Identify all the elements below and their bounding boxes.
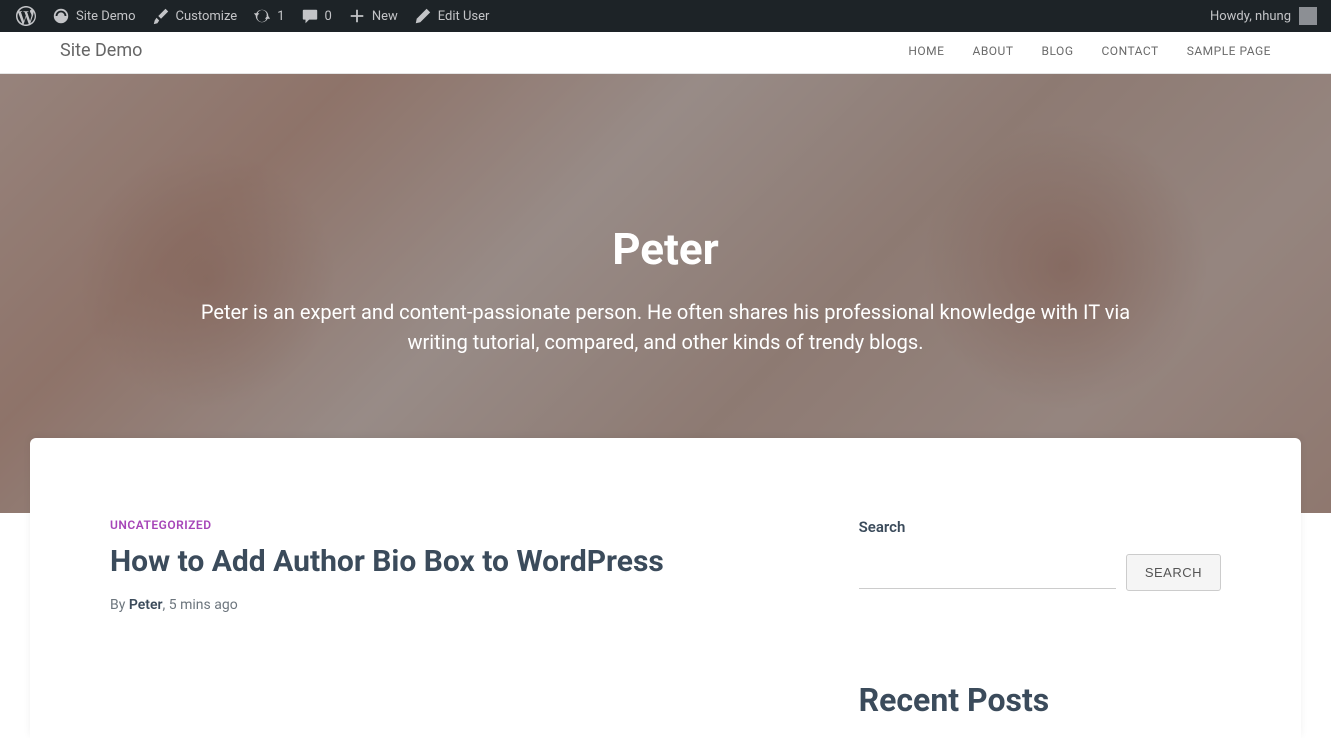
admin-edit-user-label: Edit User <box>438 9 490 24</box>
search-widget-title: Search <box>859 518 1221 536</box>
comment-icon <box>301 7 319 25</box>
admin-site-link[interactable]: Site Demo <box>44 0 144 32</box>
admin-updates-count: 1 <box>277 9 284 24</box>
author-description: Peter is an expert and content-passionat… <box>166 297 1166 357</box>
hero-content: Peter Peter is an expert and content-pas… <box>166 73 1166 357</box>
wp-admin-bar: Site Demo Customize 1 0 New <box>0 0 1331 32</box>
search-form: SEARCH <box>859 554 1221 591</box>
sidebar-column: Search SEARCH Recent Posts <box>859 518 1221 738</box>
post-time[interactable]: 5 mins ago <box>169 597 238 613</box>
site-title[interactable]: Site Demo <box>60 40 142 61</box>
admin-new[interactable]: New <box>340 0 406 32</box>
author-title: Peter <box>166 223 1166 275</box>
plus-icon <box>348 7 366 25</box>
search-input[interactable] <box>859 557 1116 589</box>
dashboard-icon <box>52 7 70 25</box>
main-column: UNCATEGORIZED How to Add Author Bio Box … <box>110 518 799 738</box>
admin-bar-left: Site Demo Customize 1 0 New <box>8 0 497 32</box>
post-meta: By Peter, 5 mins ago <box>110 597 799 613</box>
primary-nav: HOME ABOUT BLOG CONTACT SAMPLE PAGE <box>908 44 1271 58</box>
admin-bar-right[interactable]: Howdy, nhung <box>1210 7 1323 25</box>
post-author[interactable]: Peter <box>129 597 163 613</box>
admin-updates[interactable]: 1 <box>245 0 292 32</box>
wordpress-icon <box>16 6 36 26</box>
admin-customize[interactable]: Customize <box>144 0 246 32</box>
nav-home[interactable]: HOME <box>908 44 944 58</box>
site-header: Site Demo HOME ABOUT BLOG CONTACT SAMPLE… <box>0 32 1331 74</box>
wp-logo[interactable] <box>8 0 44 32</box>
nav-about[interactable]: ABOUT <box>972 44 1013 58</box>
post-title[interactable]: How to Add Author Bio Box to WordPress <box>110 544 799 579</box>
admin-new-label: New <box>372 9 398 24</box>
pencil-icon <box>414 7 432 25</box>
search-button[interactable]: SEARCH <box>1126 554 1221 591</box>
post-by-label: By <box>110 597 129 613</box>
content-card: UNCATEGORIZED How to Add Author Bio Box … <box>30 438 1301 738</box>
recent-posts-title: Recent Posts <box>859 681 1221 719</box>
nav-contact[interactable]: CONTACT <box>1102 44 1159 58</box>
admin-comments-count: 0 <box>325 9 332 24</box>
nav-blog[interactable]: BLOG <box>1042 44 1074 58</box>
avatar <box>1299 7 1317 25</box>
update-icon <box>253 7 271 25</box>
nav-sample-page[interactable]: SAMPLE PAGE <box>1187 44 1271 58</box>
brush-icon <box>152 7 170 25</box>
admin-howdy: Howdy, nhung <box>1210 9 1291 24</box>
post-category[interactable]: UNCATEGORIZED <box>110 518 799 532</box>
admin-customize-label: Customize <box>176 9 238 24</box>
admin-site-name: Site Demo <box>76 9 136 24</box>
admin-comments[interactable]: 0 <box>293 0 340 32</box>
admin-edit-user[interactable]: Edit User <box>406 0 498 32</box>
